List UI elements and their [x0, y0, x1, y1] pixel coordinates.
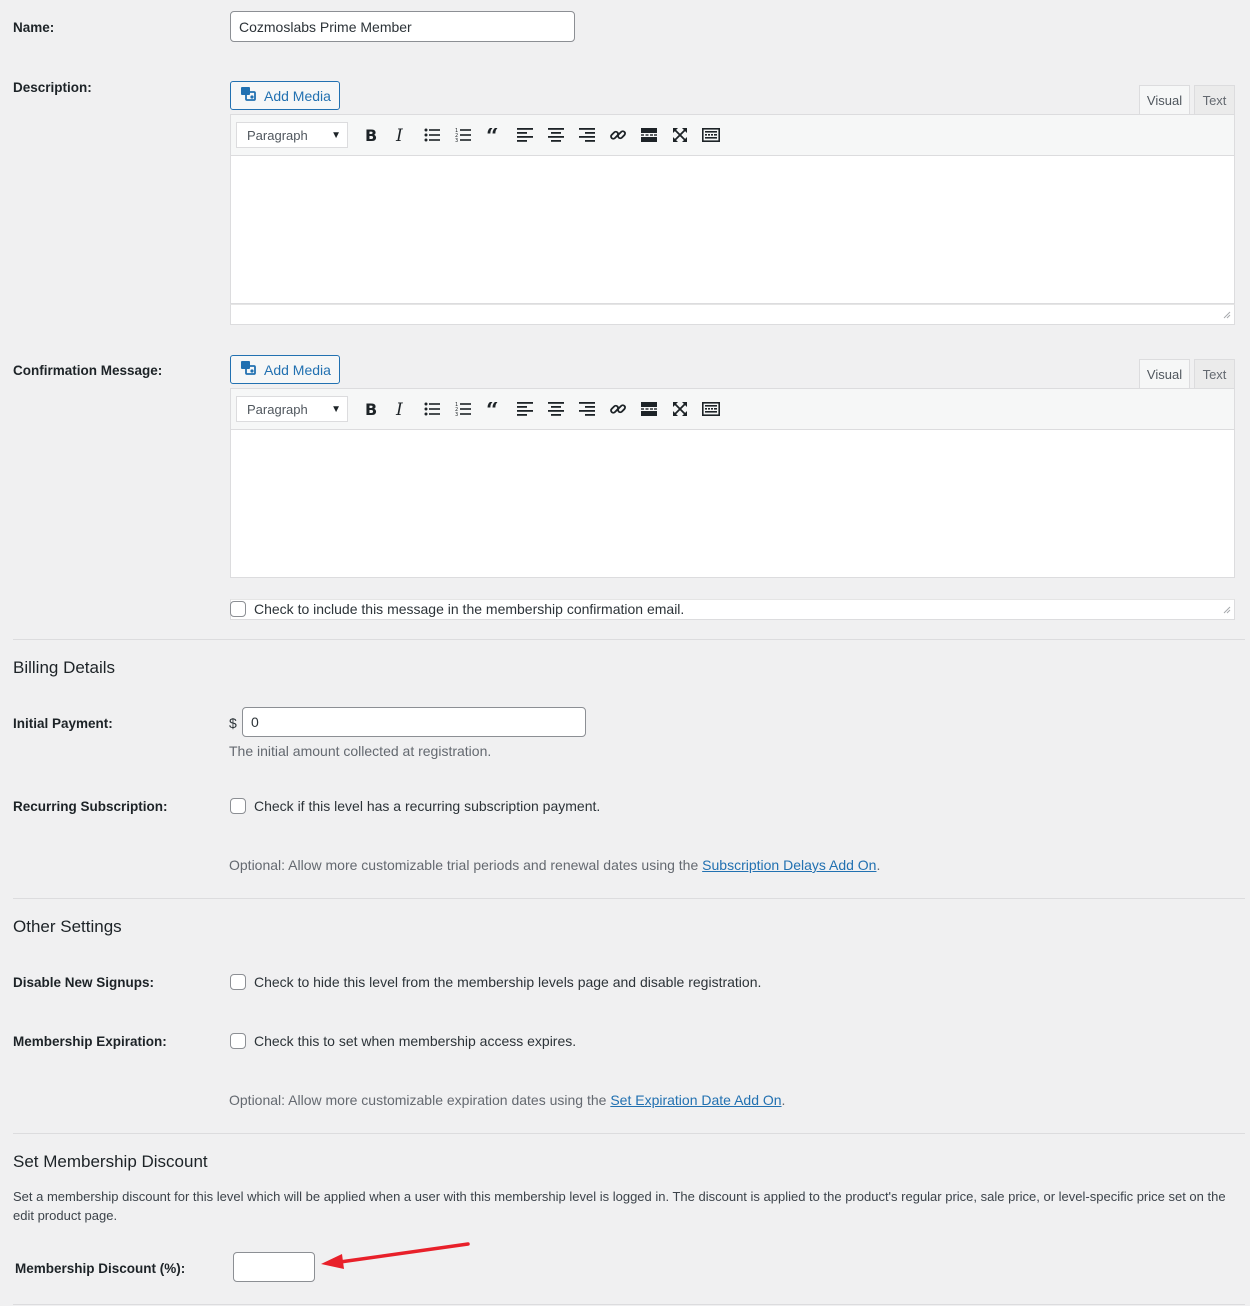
- description-add-media-button[interactable]: Add Media: [230, 81, 340, 110]
- recurring-subscription-option: Check if this level has a recurring subs…: [230, 798, 600, 814]
- membership-expiration-checkbox-label: Check this to set when membership access…: [254, 1033, 577, 1049]
- fullscreen-icon[interactable]: [664, 120, 695, 150]
- initial-payment-hint: The initial amount collected at registra…: [229, 743, 492, 759]
- membership-expiration-option: Check this to set when membership access…: [230, 1033, 576, 1049]
- membership-expiration-checkbox[interactable]: [230, 1033, 246, 1049]
- svg-text:“: “: [486, 402, 499, 416]
- currency-symbol: $: [229, 715, 237, 731]
- other-settings-title: Other Settings: [13, 917, 122, 936]
- expiration-date-note-text: Optional: Allow more customizable expira…: [229, 1092, 611, 1108]
- media-icon: [240, 360, 258, 379]
- confirmation-email-checkbox[interactable]: [230, 601, 246, 617]
- subscription-delays-note-text: Optional: Allow more customizable trial …: [229, 857, 703, 873]
- link-icon[interactable]: [602, 120, 633, 150]
- confirmation-label: Confirmation Message:: [13, 363, 163, 378]
- bold-icon[interactable]: B: [354, 120, 385, 150]
- svg-text:3: 3: [455, 138, 458, 143]
- divider: [13, 639, 1245, 640]
- subscription-delays-note: Optional: Allow more customizable trial …: [229, 857, 880, 873]
- confirmation-format-select[interactable]: Paragraph ▼: [236, 396, 348, 422]
- confirmation-tab-visual[interactable]: Visual: [1139, 359, 1190, 389]
- fullscreen-icon[interactable]: [664, 394, 695, 424]
- align-right-icon[interactable]: [571, 120, 602, 150]
- recurring-subscription-label: Recurring Subscription:: [13, 799, 168, 814]
- bold-icon[interactable]: B: [354, 394, 385, 424]
- description-tab-visual[interactable]: Visual: [1139, 85, 1190, 115]
- disable-signups-checkbox[interactable]: [230, 974, 246, 990]
- toolbar-toggle-icon[interactable]: [695, 120, 726, 150]
- align-center-icon[interactable]: [540, 394, 571, 424]
- read-more-icon[interactable]: [633, 394, 664, 424]
- format-value: Paragraph: [247, 401, 308, 417]
- divider: [13, 898, 1245, 899]
- confirmation-email-label: Check to include this message in the mem…: [254, 601, 685, 617]
- divider: [13, 1304, 1245, 1305]
- format-value: Paragraph: [247, 127, 308, 143]
- resize-handle-icon[interactable]: [1222, 306, 1231, 322]
- divider: [13, 1133, 1245, 1134]
- dropdown-arrow-icon: ▼: [331, 129, 341, 141]
- description-toolbar: Paragraph ▼ B I 123 “: [230, 114, 1235, 156]
- italic-icon[interactable]: I: [385, 394, 416, 424]
- svg-text:I: I: [395, 401, 403, 417]
- numbered-list-icon[interactable]: 123: [447, 394, 478, 424]
- subscription-delays-link[interactable]: Subscription Delays Add On: [702, 857, 876, 873]
- membership-discount-input[interactable]: [233, 1252, 315, 1282]
- svg-text:I: I: [395, 127, 403, 143]
- svg-text:B: B: [365, 127, 377, 143]
- svg-text:B: B: [365, 401, 377, 417]
- recurring-subscription-checkbox[interactable]: [230, 798, 246, 814]
- align-left-icon[interactable]: [509, 394, 540, 424]
- description-label: Description:: [13, 80, 92, 95]
- svg-text:3: 3: [455, 412, 458, 417]
- blockquote-icon[interactable]: “: [478, 394, 509, 424]
- align-right-icon[interactable]: [571, 394, 602, 424]
- confirmation-tab-text[interactable]: Text: [1194, 359, 1235, 389]
- read-more-icon[interactable]: [633, 120, 664, 150]
- bullet-list-icon[interactable]: [416, 394, 447, 424]
- confirmation-editor-area[interactable]: [230, 430, 1235, 578]
- name-input[interactable]: [230, 11, 575, 42]
- bullet-list-icon[interactable]: [416, 120, 447, 150]
- confirmation-add-media-button[interactable]: Add Media: [230, 355, 340, 384]
- confirmation-email-option: Check to include this message in the mem…: [230, 601, 684, 617]
- discount-section-title: Set Membership Discount: [13, 1152, 208, 1171]
- annotation-arrow-icon: [321, 1242, 470, 1269]
- set-expiration-date-link[interactable]: Set Expiration Date Add On: [610, 1092, 781, 1108]
- link-icon[interactable]: [602, 394, 633, 424]
- dropdown-arrow-icon: ▼: [331, 403, 341, 415]
- numbered-list-icon[interactable]: 123: [447, 120, 478, 150]
- svg-text:“: “: [486, 128, 499, 142]
- initial-payment-input[interactable]: [242, 707, 586, 737]
- media-icon: [240, 86, 258, 105]
- italic-icon[interactable]: I: [385, 120, 416, 150]
- disable-signups-checkbox-label: Check to hide this level from the member…: [254, 974, 762, 990]
- disable-signups-label: Disable New Signups:: [13, 975, 155, 990]
- discount-description: Set a membership discount for this level…: [13, 1189, 1226, 1223]
- disable-signups-option: Check to hide this level from the member…: [230, 974, 761, 990]
- description-tab-text[interactable]: Text: [1194, 85, 1235, 115]
- description-editor-area[interactable]: [230, 156, 1235, 304]
- membership-discount-label: Membership Discount (%):: [15, 1261, 186, 1276]
- name-label: Name:: [13, 20, 55, 35]
- align-center-icon[interactable]: [540, 120, 571, 150]
- membership-expiration-label: Membership Expiration:: [13, 1034, 167, 1049]
- description-format-select[interactable]: Paragraph ▼: [236, 122, 348, 148]
- subscription-delays-note-suffix: .: [876, 857, 881, 873]
- recurring-subscription-checkbox-label: Check if this level has a recurring subs…: [254, 798, 601, 814]
- blockquote-icon[interactable]: “: [478, 120, 509, 150]
- toolbar-toggle-icon[interactable]: [695, 394, 726, 424]
- align-left-icon[interactable]: [509, 120, 540, 150]
- expiration-date-note-suffix: .: [781, 1092, 786, 1108]
- add-media-label: Add Media: [264, 361, 331, 378]
- expiration-date-note: Optional: Allow more customizable expira…: [229, 1092, 785, 1108]
- billing-section-title: Billing Details: [13, 658, 116, 677]
- add-media-label: Add Media: [264, 87, 331, 104]
- resize-handle-icon[interactable]: [1222, 601, 1231, 617]
- description-editor-statusbar: [230, 304, 1235, 325]
- initial-payment-label: Initial Payment:: [13, 716, 113, 731]
- confirmation-toolbar: Paragraph ▼ B I 123 “: [230, 388, 1235, 430]
